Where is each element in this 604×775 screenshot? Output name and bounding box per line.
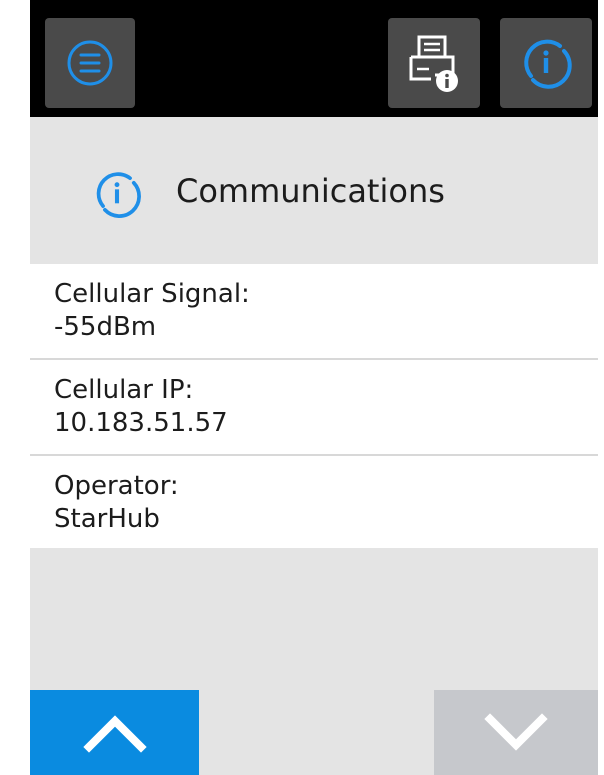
item-value: -55dBm [54,312,157,342]
info-list: Cellular Signal: -55dBm Cellular IP: 10.… [30,264,598,548]
item-label: Operator: [54,471,179,501]
info-icon [524,39,572,89]
menu-icon [67,40,113,86]
item-value: StarHub [54,504,160,534]
page-header: Communications [30,117,598,264]
info-icon [96,172,141,218]
right-margin [598,0,604,775]
top-bar [30,0,598,117]
list-item-cellular-ip: Cellular IP: 10.183.51.57 [30,360,598,456]
list-item-cellular-signal: Cellular Signal: -55dBm [30,264,598,360]
scroll-down-button[interactable] [434,690,598,775]
left-margin [0,0,30,775]
chevron-down-icon [484,712,548,751]
page-title: Communications [176,172,445,210]
item-label: Cellular Signal: [54,279,250,309]
item-label: Cellular IP: [54,375,194,405]
printer-info-icon [409,35,458,92]
chevron-up-icon [82,714,147,753]
scroll-up-button[interactable] [30,690,199,775]
list-item-operator: Operator: StarHub [30,456,598,548]
menu-button[interactable] [45,18,135,108]
info-button[interactable] [500,18,592,108]
printer-info-button[interactable] [388,18,480,108]
device-screen: Communications Cellular Signal: -55dBm C… [0,0,604,775]
item-value: 10.183.51.57 [54,408,228,438]
